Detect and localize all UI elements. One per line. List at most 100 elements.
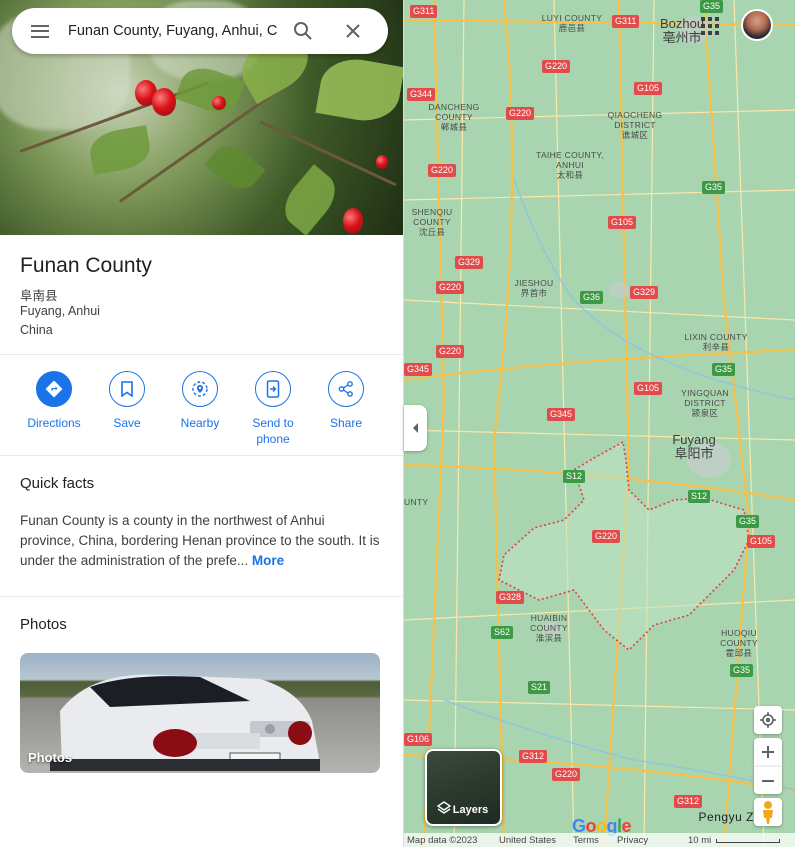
map-label-luyi[interactable]: LUYI COUNTY 鹿邑县 bbox=[532, 13, 612, 33]
scale-bar[interactable] bbox=[716, 839, 780, 843]
place-hero-photo[interactable] bbox=[0, 0, 403, 235]
menu-button[interactable] bbox=[12, 8, 68, 54]
map-label-taihe-en: TAIHE COUNTY, ANHUI bbox=[536, 150, 604, 170]
highway-shield: G328 bbox=[496, 591, 525, 604]
map-label-yingquan-en: YINGQUAN DISTRICT bbox=[681, 388, 729, 408]
map-attribution: Map data ©2023 United States Terms Priva… bbox=[404, 833, 795, 847]
map-label-luyi-zh: 鹿邑县 bbox=[558, 23, 586, 33]
nearby-button[interactable]: Nearby bbox=[164, 371, 236, 431]
terms-link[interactable]: Terms bbox=[573, 835, 599, 846]
action-buttons: Directions Save Nearby Send to phone Sha… bbox=[0, 371, 403, 461]
highway-shield: S62 bbox=[491, 626, 514, 639]
map-city-fuyang-zh: 阜阳市 bbox=[674, 446, 714, 461]
scale-label[interactable]: 10 mi bbox=[688, 835, 711, 846]
map-label-yingquan-zh: 颍泉区 bbox=[691, 408, 719, 418]
map-label-lixin[interactable]: LIXIN COUNTY 利辛县 bbox=[674, 332, 758, 352]
send-to-phone-label: Send to phone bbox=[252, 416, 294, 446]
map-label-shenqiu-zh: 沈丘县 bbox=[418, 227, 446, 237]
leaf bbox=[204, 138, 266, 197]
search-input[interactable] bbox=[68, 23, 278, 39]
nearby-label: Nearby bbox=[180, 416, 220, 430]
highway-shield: G220 bbox=[436, 345, 465, 358]
place-country: China bbox=[20, 323, 53, 337]
zoom-out-button[interactable] bbox=[754, 766, 782, 794]
map-city-fuyang-en: Fuyang bbox=[672, 432, 716, 447]
highway-shield: G105 bbox=[608, 216, 637, 229]
my-location-button[interactable] bbox=[754, 706, 782, 734]
more-link[interactable]: More bbox=[252, 553, 284, 568]
highway-shield: G35 bbox=[702, 181, 726, 194]
map-label-dancheng[interactable]: DANCHENG COUNTY 郸城县 bbox=[424, 102, 484, 132]
region-link[interactable]: United States bbox=[499, 835, 556, 846]
map-label-huaibin[interactable]: HUAIBIN COUNTY 淮滨县 bbox=[522, 613, 576, 643]
account-avatar[interactable] bbox=[741, 9, 773, 41]
map-label-jieshou[interactable]: JIESHOU 界首市 bbox=[508, 278, 560, 298]
berry bbox=[376, 155, 388, 169]
quick-facts-body: Funan County is a county in the northwes… bbox=[20, 513, 380, 568]
share-label: Share bbox=[329, 416, 363, 430]
privacy-link[interactable]: Privacy bbox=[617, 835, 648, 846]
highway-shield: G220 bbox=[428, 164, 457, 177]
collapse-panel-button[interactable] bbox=[404, 405, 427, 451]
map-label-huaibin-zh: 淮滨县 bbox=[535, 633, 563, 643]
place-title: Funan County bbox=[20, 254, 152, 277]
place-panel: Funan County 阜南县 Fuyang, Anhui China Dir… bbox=[0, 0, 404, 847]
layers-button[interactable]: Layers bbox=[425, 749, 502, 826]
send-to-phone-button[interactable]: Send to phone bbox=[237, 371, 309, 447]
map-label-qiaocheng[interactable]: QIAOCHENG DISTRICT 谯城区 bbox=[599, 110, 671, 140]
zoom-in-button[interactable] bbox=[754, 738, 782, 766]
highway-shield: G220 bbox=[552, 768, 581, 781]
share-button[interactable]: Share bbox=[310, 371, 382, 431]
close-icon bbox=[346, 24, 360, 38]
highway-shield: G329 bbox=[630, 286, 659, 299]
share-circle bbox=[328, 371, 364, 407]
berry bbox=[343, 208, 363, 234]
map-label-huoqiu[interactable]: HUOQIU COUNTY 霍邱县 bbox=[714, 628, 764, 658]
apps-grid-icon[interactable] bbox=[700, 16, 720, 36]
map-label-dancheng-zh: 郸城县 bbox=[440, 122, 468, 132]
divider bbox=[0, 455, 403, 456]
highway-shield: G36 bbox=[580, 291, 604, 304]
highway-shield: G105 bbox=[634, 82, 663, 95]
map-label-yingquan[interactable]: YINGQUAN DISTRICT 颍泉区 bbox=[672, 388, 738, 418]
save-button[interactable]: Save bbox=[91, 371, 163, 431]
highway-shield: S12 bbox=[563, 470, 586, 483]
divider bbox=[0, 354, 403, 355]
map-label-taihe[interactable]: TAIHE COUNTY, ANHUI 太和县 bbox=[526, 150, 614, 180]
car-photo bbox=[50, 674, 320, 771]
map-label-dancheng-en: DANCHENG COUNTY bbox=[428, 102, 480, 122]
berry bbox=[212, 96, 226, 110]
map-label-jieshou-en: JIESHOU bbox=[514, 278, 554, 288]
highway-shield: G345 bbox=[404, 363, 433, 376]
pegman-icon bbox=[763, 801, 773, 824]
leaf bbox=[86, 125, 154, 175]
directions-label: Directions bbox=[27, 416, 81, 430]
photos-tile[interactable]: Photos bbox=[20, 653, 380, 773]
menu-icon bbox=[31, 24, 49, 38]
map-canvas[interactable]: LUYI COUNTY 鹿邑县 DANCHENG COUNTY 郸城县 QIAO… bbox=[404, 0, 795, 847]
highway-shield: G220 bbox=[592, 530, 621, 543]
map-label-qiaocheng-en: QIAOCHENG DISTRICT bbox=[607, 110, 663, 130]
send-to-phone-circle bbox=[255, 371, 291, 407]
highway-shield: G220 bbox=[506, 107, 535, 120]
map-label-shenqiu[interactable]: SHENQIU COUNTY 沈丘县 bbox=[406, 207, 458, 237]
highway-shield: G345 bbox=[547, 408, 576, 421]
highway-shield: G329 bbox=[455, 256, 484, 269]
directions-button[interactable]: Directions bbox=[18, 371, 90, 431]
share-icon bbox=[338, 381, 353, 397]
highway-shield: G35 bbox=[736, 515, 760, 528]
map-label-edge-county[interactable]: UNTY bbox=[404, 497, 434, 507]
highway-shield: G220 bbox=[542, 60, 571, 73]
highway-shield: G35 bbox=[700, 0, 724, 13]
map-label-shenqiu-en: SHENQIU COUNTY bbox=[411, 207, 453, 227]
maps-app: Funan County 阜南县 Fuyang, Anhui China Dir… bbox=[0, 0, 795, 847]
leaf bbox=[275, 164, 345, 235]
highway-shield: G105 bbox=[634, 382, 663, 395]
clear-search-button[interactable] bbox=[328, 8, 378, 54]
street-view-pegman[interactable] bbox=[754, 798, 782, 826]
leaf bbox=[315, 53, 403, 127]
map-city-fuyang[interactable]: Fuyang 阜阳市 bbox=[666, 433, 722, 461]
bookmark-icon bbox=[121, 381, 133, 397]
nearby-circle bbox=[182, 371, 218, 407]
search-button[interactable] bbox=[278, 8, 328, 54]
